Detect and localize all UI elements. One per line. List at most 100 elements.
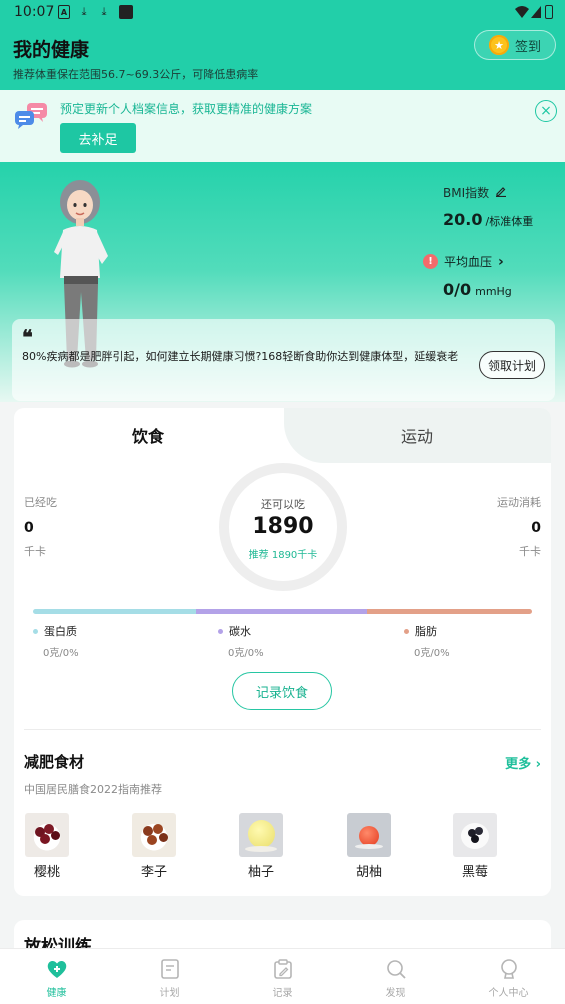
nav-label: 发现 bbox=[385, 988, 406, 999]
status-bar: 10:07 A ⤓ ⤓ bbox=[0, 0, 565, 26]
bp-number: 0/0 bbox=[443, 280, 472, 299]
bottom-nav: 健康 计划 记录 发现 个人中心 bbox=[0, 948, 565, 1004]
tab-diet[interactable]: 饮食 bbox=[132, 423, 164, 447]
nav-health[interactable]: 健康 bbox=[0, 949, 113, 1004]
eaten-label: 已经吃 bbox=[24, 496, 57, 509]
nav-plan[interactable]: 计划 bbox=[113, 949, 226, 1004]
bmi-value: 20.0/标准体重 bbox=[443, 210, 533, 229]
divider bbox=[24, 729, 541, 730]
warning-icon: ! bbox=[423, 254, 438, 269]
record-icon bbox=[272, 958, 294, 980]
burned-label: 运动消耗 bbox=[497, 496, 541, 509]
profile-icon bbox=[498, 958, 520, 980]
chat-bubbles-icon bbox=[14, 101, 48, 131]
protein-dot bbox=[33, 628, 38, 634]
bmi-label[interactable]: BMI指数 bbox=[443, 184, 507, 201]
status-time: 10:07 bbox=[14, 4, 55, 20]
discover-icon bbox=[385, 958, 407, 980]
food-name: 柚子 bbox=[247, 865, 274, 880]
food-item-cherry[interactable]: 樱桃 bbox=[23, 813, 71, 880]
macro-carbs: 碳水 0克/0% bbox=[218, 623, 264, 659]
eaten-unit: 千卡 bbox=[24, 545, 46, 558]
food-name: 胡柚 bbox=[355, 865, 382, 880]
health-tip-card: ❝ 80%疾病都是肥胖引起，如何建立长期健康习惯?168轻断食助你达到健康体型，… bbox=[12, 319, 555, 401]
remaining-label: 还可以吃 bbox=[261, 498, 305, 511]
profile-update-banner: 预定更新个人档案信息，获取更精准的健康方案 去补足 × bbox=[0, 90, 565, 162]
burned-value: 0 bbox=[531, 520, 541, 536]
app-notification-icon bbox=[119, 5, 133, 19]
food-name: 李子 bbox=[140, 865, 167, 880]
macro-bar bbox=[33, 609, 532, 614]
bp-unit: mmHg bbox=[475, 285, 512, 298]
diet-exercise-tabs: 饮食 运动 bbox=[14, 408, 551, 463]
food-item-plum[interactable]: 李子 bbox=[130, 813, 178, 880]
food-name: 樱桃 bbox=[33, 865, 60, 880]
macro-protein: 蛋白质 0克/0% bbox=[33, 623, 79, 659]
macro-fat: 脂肪 0克/0% bbox=[404, 623, 450, 659]
signin-button[interactable]: ★ 签到 bbox=[474, 30, 556, 60]
grapefruit-icon bbox=[347, 813, 391, 857]
more-foods-link[interactable]: 更多 › bbox=[505, 753, 541, 772]
edit-icon[interactable] bbox=[495, 185, 507, 200]
page-title: 我的健康 bbox=[13, 39, 90, 61]
food-item-blackberry[interactable]: 黑莓 bbox=[451, 813, 499, 880]
banner-message: 预定更新个人档案信息，获取更精准的健康方案 bbox=[60, 102, 313, 116]
nav-discover[interactable]: 发现 bbox=[339, 949, 452, 1004]
nav-label: 个人中心 bbox=[488, 988, 529, 999]
notification-a-icon: A bbox=[58, 5, 70, 19]
nav-label: 健康 bbox=[46, 988, 67, 999]
weight-recommendation: 推荐体重保在范围56.7~69.3公斤，可降低患病率 bbox=[13, 68, 259, 81]
blood-pressure-link[interactable]: ! 平均血压 › bbox=[423, 253, 504, 270]
bp-label-text: 平均血压 bbox=[444, 255, 493, 269]
signin-label: 签到 bbox=[515, 39, 542, 55]
plan-icon bbox=[159, 958, 181, 980]
tab-exercise[interactable]: 运动 bbox=[401, 423, 433, 447]
calorie-ring: 还可以吃 1890 推荐 1890千卡 bbox=[219, 463, 347, 591]
food-item-pomelo[interactable]: 柚子 bbox=[237, 813, 285, 880]
nav-profile[interactable]: 个人中心 bbox=[452, 949, 565, 1004]
burned-unit: 千卡 bbox=[519, 545, 541, 558]
get-plan-button[interactable]: 领取计划 bbox=[479, 351, 545, 379]
plum-icon bbox=[132, 813, 176, 857]
wifi-icon bbox=[515, 5, 529, 19]
pomelo-icon bbox=[239, 813, 283, 857]
diet-foods-title: 减肥食材 bbox=[24, 753, 85, 771]
bp-value: 0/0 mmHg bbox=[443, 280, 512, 299]
macro-amount: 0克/0% bbox=[414, 648, 450, 659]
nav-record[interactable]: 记录 bbox=[226, 949, 339, 1004]
diet-card: 饮食 运动 已经吃 0 千卡 还可以吃 1890 推荐 1890千卡 运动消耗 … bbox=[14, 408, 551, 896]
record-diet-button[interactable]: 记录饮食 bbox=[232, 672, 332, 710]
quote-icon: ❝ bbox=[22, 325, 33, 349]
macro-name: 蛋白质 bbox=[44, 625, 77, 638]
health-icon bbox=[46, 958, 68, 980]
blackberry-icon bbox=[453, 813, 497, 857]
macro-name: 脂肪 bbox=[415, 625, 437, 638]
protein-segment bbox=[33, 609, 196, 614]
carbs-segment bbox=[196, 609, 367, 614]
bmi-label-text: BMI指数 bbox=[443, 186, 490, 200]
health-tip-text: 80%疾病都是肥胖引起，如何建立长期健康习惯?168轻断食助你达到健康体型，延缓… bbox=[22, 350, 459, 363]
macro-amount: 0克/0% bbox=[43, 648, 79, 659]
fat-segment bbox=[367, 609, 532, 614]
remaining-value: 1890 bbox=[252, 514, 314, 539]
star-coin-icon: ★ bbox=[489, 35, 509, 55]
recommended-intake: 推荐 1890千卡 bbox=[248, 550, 318, 561]
nav-label: 计划 bbox=[159, 988, 180, 999]
close-icon[interactable]: × bbox=[535, 100, 557, 122]
health-overview: BMI指数 20.0/标准体重 ! 平均血压 › 0/0 mmHg ❝ 80%疾病… bbox=[0, 162, 565, 402]
macro-name: 碳水 bbox=[229, 625, 251, 638]
bmi-status: /标准体重 bbox=[485, 215, 534, 228]
food-item-grapefruit[interactable]: 胡柚 bbox=[345, 813, 393, 880]
eaten-value: 0 bbox=[24, 520, 34, 536]
carbs-dot bbox=[218, 628, 223, 634]
download-icon: ⤓ bbox=[81, 5, 87, 18]
cherry-icon bbox=[25, 813, 69, 857]
battery-icon bbox=[545, 5, 553, 19]
header: 我的健康 推荐体重保在范围56.7~69.3公斤，可降低患病率 ★ 签到 bbox=[0, 26, 565, 90]
food-name: 黑莓 bbox=[461, 865, 488, 880]
nav-label: 记录 bbox=[272, 988, 293, 999]
bmi-number: 20.0 bbox=[443, 210, 483, 229]
macro-amount: 0克/0% bbox=[228, 648, 264, 659]
diet-foods-subtitle: 中国居民膳食2022指南推荐 bbox=[24, 783, 162, 796]
complete-profile-button[interactable]: 去补足 bbox=[60, 123, 136, 153]
